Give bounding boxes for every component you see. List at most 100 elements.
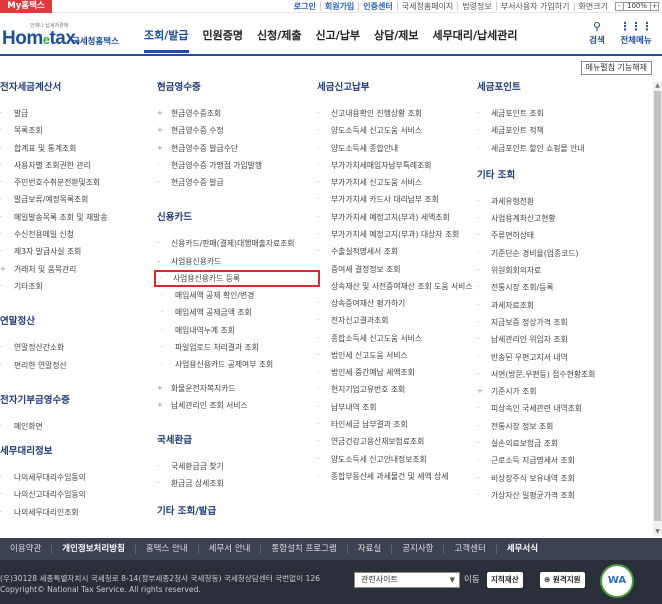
list-item[interactable]: · 위원회회의자료 [477,262,637,279]
list-item[interactable]: · 연말정산간소화 [0,339,140,356]
zoom-in-button[interactable]: + [650,2,659,11]
list-item[interactable]: · 나의세무대리인조회 [0,504,140,521]
list-item[interactable]: · 사업용계좌신고현황 [477,210,637,227]
list-item[interactable]: · 제3자 발급사실 조회 [0,243,140,260]
all-menu-button[interactable]: ⋮⋮⋮ 전체메뉴 [616,20,656,46]
footer-notice-link[interactable]: 공지사항 [391,544,443,554]
go-button[interactable]: 이동 [464,572,480,588]
list-item[interactable]: · 종합소득세 신고도움 서비스 [317,330,477,347]
list-item[interactable]: · 과세유형전환 [477,193,637,210]
gnb-apply-submit[interactable]: 신청/제출 [257,27,302,53]
list-item[interactable]: · 법인세 중간예납 세액조회 [317,364,477,381]
list-item[interactable]: · 부가가치세 예정고지(부과) 대상자 조회 [317,226,477,243]
list-item[interactable]: · 부가가치세매입자납부특례조회 [317,157,477,174]
list-item[interactable]: · 부가가치세 예정고지(부과) 세액조회 [317,209,477,226]
gnb-inquiry-issue[interactable]: 조회/발급 [144,27,189,53]
list-item[interactable]: · 발급 [0,105,140,122]
menu-expand-toggle-button[interactable]: 메뉴펼침 기능해제 [580,61,652,75]
section-title-tax-point[interactable]: 세금포인트 [477,79,637,93]
section-title-tax-refund[interactable]: 국세환급 [157,432,317,446]
zoom-out-button[interactable]: - [614,2,624,11]
list-item[interactable]: · 사용자별 조회권한 관리 [0,157,140,174]
list-item[interactable]: + 기준시가 조회 [477,383,637,400]
list-item[interactable]: + 현금영수증 발급수단 [157,140,317,157]
list-item[interactable]: · 기준단순 경비율(업종코드) [477,245,637,262]
list-item[interactable]: + 현금영수증조회 [157,105,317,122]
list-item[interactable]: · 근로소득 지급명세서 조회 [477,452,637,469]
footer-privacy-link[interactable]: 개인정보처리방침 [51,544,135,554]
list-item[interactable]: · 상속증여재산 평가하기 [317,295,477,312]
footer-hometax-guide-link[interactable]: 홈택스 안내 [134,544,198,554]
list-item[interactable]: · 메일발송목록 조회 및 재발송 [0,209,140,226]
footer-tax-office-link[interactable]: 세무서 안내 [197,544,261,554]
gnb-civil-cert[interactable]: 민원증명 [203,27,243,53]
remote-support-button[interactable]: ⊕ 원격지원 [540,572,585,588]
section-title-credit-card[interactable]: 신용카드 [157,209,317,223]
list-item[interactable]: · 세금포인트 조회 [477,105,637,122]
list-item[interactable]: · 부가가치세 신고도움 서비스 [317,174,477,191]
list-item[interactable]: · 상속재산 및 사전증여재산 조회 도움 서비스 [317,278,477,295]
section-title-other-inquiry[interactable]: 기타 조회 [477,167,637,181]
section-title-e-tax-invoice[interactable]: 전자세금계산서 [0,79,140,93]
section-title-tax-agent-info[interactable]: 세무대리정보 [0,443,140,457]
list-item[interactable]: + 납세관리인 조회 서비스 [157,397,317,414]
section-title-e-donation-receipt[interactable]: 전자기부금영수증 [0,392,140,406]
scroll-down-arrow-icon[interactable]: ▼ [653,527,662,536]
law-info-link[interactable]: 법령정보 [457,2,495,11]
list-item[interactable]: · 전통시장 조회/등록 [477,279,637,296]
list-item[interactable]: · 타인세금 납부결과 조회 [317,416,477,433]
list-item[interactable]: + 화물운전자복지카드 [157,380,317,397]
list-item[interactable]: · 매입내역누계 조회 [157,322,317,339]
signup-link[interactable]: 회원가입 [319,2,358,11]
list-item[interactable]: · 피상속인 국세관련 내역조회 [477,400,637,417]
list-item[interactable]: · 수신전용메일 신청 [0,226,140,243]
my-hometax-button[interactable]: My홈택스 [0,0,52,13]
section-title-tax-report-payment[interactable]: 세금신고납부 [317,79,477,93]
business-card-register-item[interactable]: · 사업용신용카드 등록 [154,270,320,288]
list-item[interactable]: · 주민번호수취분전환및조회 [0,174,140,191]
list-item[interactable]: · 가상자산 일평균가격 조회 [477,487,637,504]
list-item[interactable]: · 반송된 우편고지서 내역 [477,349,637,366]
list-item[interactable]: + 현금영수증 수정 [157,122,317,139]
list-item[interactable]: · 비상장주식 보유내역 조회 [477,470,637,487]
list-item[interactable]: · 수출실적명세서 조회 [317,243,477,260]
list-item[interactable]: · 신용카드/판매(결제)대행매출자료조회 [157,235,317,252]
list-item[interactable]: · 주류면허상태 [477,227,637,244]
list-item[interactable]: · 서면(방문,우편등) 접수현황조회 [477,366,637,383]
list-item[interactable]: · 납세관리인 위임자 조회 [477,331,637,348]
list-item[interactable]: · 법인세 신고도움 서비스 [317,347,477,364]
section-title-other-inquiry-issue[interactable]: 기타 조회/발급 [157,503,317,517]
scroll-up-arrow-icon[interactable]: ▲ [653,81,662,90]
list-item[interactable]: · 납부내역 조회 [317,399,477,416]
list-item[interactable]: · 종합부동산세 과세물건 및 세액 상세 [317,468,477,485]
list-item[interactable]: · 양도소득세 신고안내정보조회 [317,451,477,468]
footer-library-link[interactable]: 자료실 [346,544,391,554]
nts-homepage-link[interactable]: 국세청홈페이지 [396,2,458,11]
list-item[interactable]: · 신고내용확인 진행상황 조회 [317,105,477,122]
gnb-tax-agent[interactable]: 세무대리/납세관리 [432,27,517,53]
list-item[interactable]: · 지급보증 정상가격 조회 [477,314,637,331]
list-item[interactable]: · 세금포인트 할인 쇼핑몰 안내 [477,140,637,157]
list-item[interactable]: · 매입세액 공제 확인/변경 [157,287,317,304]
list-item[interactable]: · 사업용신용카드 공제여부 조회 [157,356,317,373]
list-item[interactable]: · 부가가치세 카드사 대리납부 조회 [317,191,477,208]
list-item[interactable]: · 편리한 연말정산 [0,357,140,374]
list-item[interactable]: · 현금영수증 가맹점 가입발행 [157,157,317,174]
related-sites-select[interactable]: 관련사이트 ▼ [354,572,460,588]
search-button[interactable]: ⚲ 검색 [582,20,612,46]
list-item[interactable]: · 기타조회 [0,278,140,295]
footer-customer-center-link[interactable]: 고객센터 [443,544,495,554]
section-title-cash-receipt[interactable]: 현금영수증 [157,79,317,93]
list-item[interactable]: · 나의신고대리수임동의 [0,486,140,503]
cert-center-link[interactable]: 인증센터 [358,2,396,11]
list-item[interactable]: · 양도소득세 종합안내 [317,140,477,157]
list-item[interactable]: · 메인화면 [0,418,140,435]
list-item[interactable]: · 실손의료보험금 조회 [477,435,637,452]
footer-install-program-link[interactable]: 통합설치 프로그램 [260,544,346,554]
section-title-year-end-tax[interactable]: 연말정산 [0,313,140,327]
list-item[interactable]: · 환급금 상세조회 [157,475,317,492]
list-item[interactable]: · 파일업로드 처리결과 조회 [157,339,317,356]
list-item[interactable]: · 양도소득세 신고도움 서비스 [317,122,477,139]
dept-user-signup-link[interactable]: 부서사용자 가입하기 [495,2,574,11]
scrollbar-thumb[interactable] [654,91,661,521]
